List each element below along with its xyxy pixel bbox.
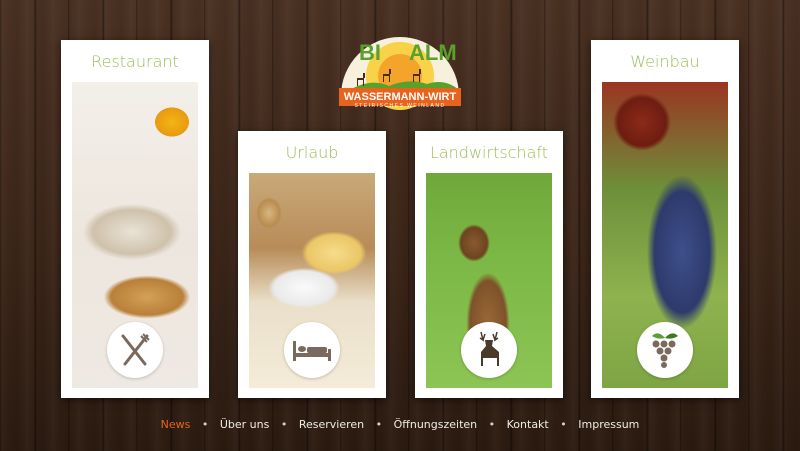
panel-title-urlaub: Urlaub: [285, 143, 339, 162]
nav-item-news[interactable]: News: [161, 418, 191, 431]
panel-title-restaurant: Restaurant: [91, 52, 179, 71]
logo-text-alm: ALM: [409, 40, 457, 65]
bed-icon: [284, 322, 340, 378]
panel-landwirtschaft[interactable]: Landwirtschaft: [415, 131, 563, 398]
logo-text-bi: BI: [359, 40, 381, 65]
nav-separator: •: [375, 418, 383, 431]
deer-icon: [461, 322, 517, 378]
nav-separator: •: [201, 418, 209, 431]
fork-knife-icon: [107, 322, 163, 378]
logo-sub-text: STEIRISCHES WEINLAND: [354, 103, 445, 109]
panel-title-landwirtschaft: Landwirtschaft: [429, 143, 549, 162]
panel-urlaub[interactable]: Urlaub: [238, 131, 386, 398]
logo-graphic: BI ALM WASSERMANN-WIRT STEIRISCHES WEINL…: [339, 37, 461, 110]
panel-weinbau[interactable]: Weinbau: [591, 40, 739, 398]
logo-main-text: WASSERMANN-WIRT: [344, 91, 457, 103]
bioalm-logo[interactable]: BI ALM WASSERMANN-WIRT STEIRISCHES WEINL…: [337, 18, 463, 110]
nav-item-impressum[interactable]: Impressum: [578, 418, 639, 431]
nav-separator: •: [488, 418, 496, 431]
footer-nav: News • Über uns • Reservieren • Öffnungs…: [0, 418, 800, 431]
nav-item-oeffnungszeiten[interactable]: Öffnungszeiten: [394, 418, 478, 431]
nav-separator: •: [560, 418, 567, 431]
nav-item-reservieren[interactable]: Reservieren: [299, 418, 364, 431]
nav-item-ueber-uns[interactable]: Über uns: [220, 418, 270, 431]
nav-separator: •: [280, 418, 288, 431]
grapes-icon: [637, 322, 693, 378]
nav-item-kontakt[interactable]: Kontakt: [507, 418, 549, 431]
panel-restaurant[interactable]: Restaurant: [61, 40, 209, 398]
panel-title-weinbau: Weinbau: [630, 52, 700, 71]
